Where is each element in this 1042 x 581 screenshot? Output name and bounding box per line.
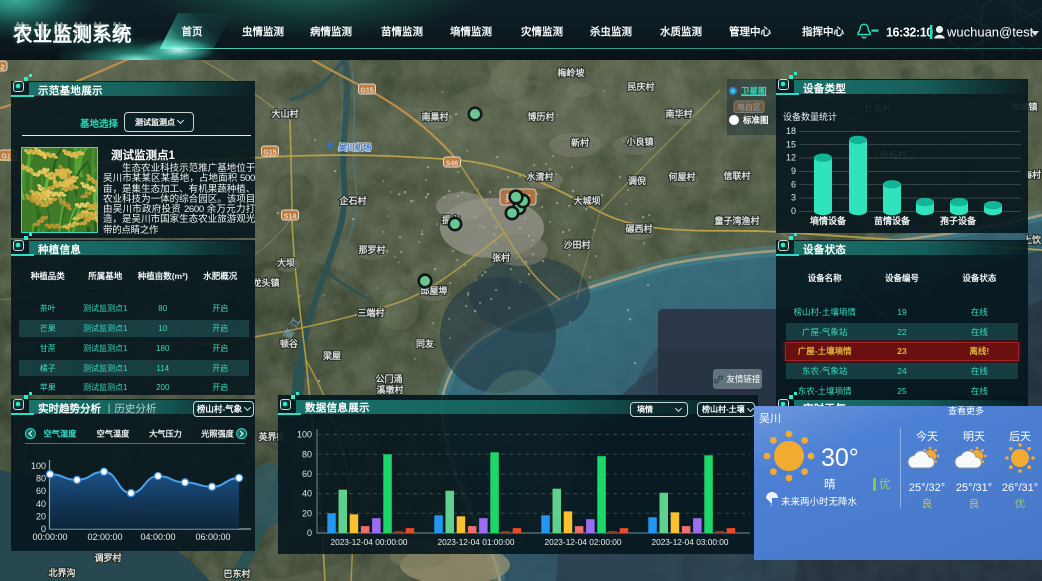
svg-text:15: 15 <box>786 139 796 149</box>
svg-text:光照强度: 光照强度 <box>200 429 235 439</box>
svg-text:100: 100 <box>297 430 312 440</box>
svg-text:9: 9 <box>791 166 796 176</box>
svg-text:40: 40 <box>36 499 46 509</box>
svg-text:80: 80 <box>36 474 46 484</box>
svg-text:6: 6 <box>791 179 796 189</box>
svg-text:2023-12-04 00:00:00: 2023-12-04 00:00:00 <box>330 537 407 547</box>
svg-text:100: 100 <box>31 461 46 471</box>
svg-text:20: 20 <box>302 508 312 518</box>
svg-text:良: 良 <box>969 497 980 510</box>
svg-text:40: 40 <box>302 489 312 499</box>
svg-text:明天: 明天 <box>963 430 985 443</box>
svg-text:60: 60 <box>302 469 312 479</box>
svg-text:大气压力: 大气压力 <box>149 429 182 439</box>
svg-text:06:00:00: 06:00:00 <box>195 532 230 542</box>
svg-text:2023-12-04 03:00:00: 2023-12-04 03:00:00 <box>651 537 728 547</box>
svg-text:空气温度: 空气温度 <box>97 429 131 439</box>
svg-text:未来两小时无降水: 未来两小时无降水 <box>781 496 858 508</box>
svg-text:晴: 晴 <box>824 478 836 491</box>
svg-text:2023-12-04 01:00:00: 2023-12-04 01:00:00 <box>437 537 514 547</box>
svg-text:60: 60 <box>36 486 46 496</box>
svg-text:良: 良 <box>922 497 933 510</box>
svg-text:苗情设备: 苗情设备 <box>874 215 911 226</box>
svg-text:30°: 30° <box>821 444 859 472</box>
svg-text:20: 20 <box>36 511 46 521</box>
svg-text:0: 0 <box>791 206 796 216</box>
svg-text:空气湿度: 空气湿度 <box>44 429 78 439</box>
svg-text:25°/31°: 25°/31° <box>956 482 992 494</box>
svg-text:今天: 今天 <box>916 429 938 443</box>
svg-text:12: 12 <box>786 153 796 163</box>
svg-text:墒情设备: 墒情设备 <box>810 215 847 226</box>
svg-text:0: 0 <box>307 528 312 538</box>
svg-text:16:32:10: 16:32:10 <box>886 26 933 40</box>
svg-text:wuchuan@test: wuchuan@test <box>946 25 1034 40</box>
svg-text:80: 80 <box>302 449 312 459</box>
svg-text:优: 优 <box>1015 497 1026 510</box>
svg-text:02:00:00: 02:00:00 <box>87 532 122 542</box>
svg-text:后天: 后天 <box>1009 430 1031 443</box>
svg-text:00:00:00: 00:00:00 <box>32 532 67 542</box>
svg-text:25°/32°: 25°/32° <box>909 482 945 494</box>
svg-text:18: 18 <box>786 126 796 136</box>
svg-text:孢子设备: 孢子设备 <box>940 215 977 226</box>
svg-text:04:00:00: 04:00:00 <box>140 532 175 542</box>
svg-text:3: 3 <box>791 193 796 203</box>
svg-text:2023-12-04 02:00:00: 2023-12-04 02:00:00 <box>544 537 621 547</box>
svg-text:26°/31°: 26°/31° <box>1002 482 1038 494</box>
svg-text:优: 优 <box>879 478 891 491</box>
